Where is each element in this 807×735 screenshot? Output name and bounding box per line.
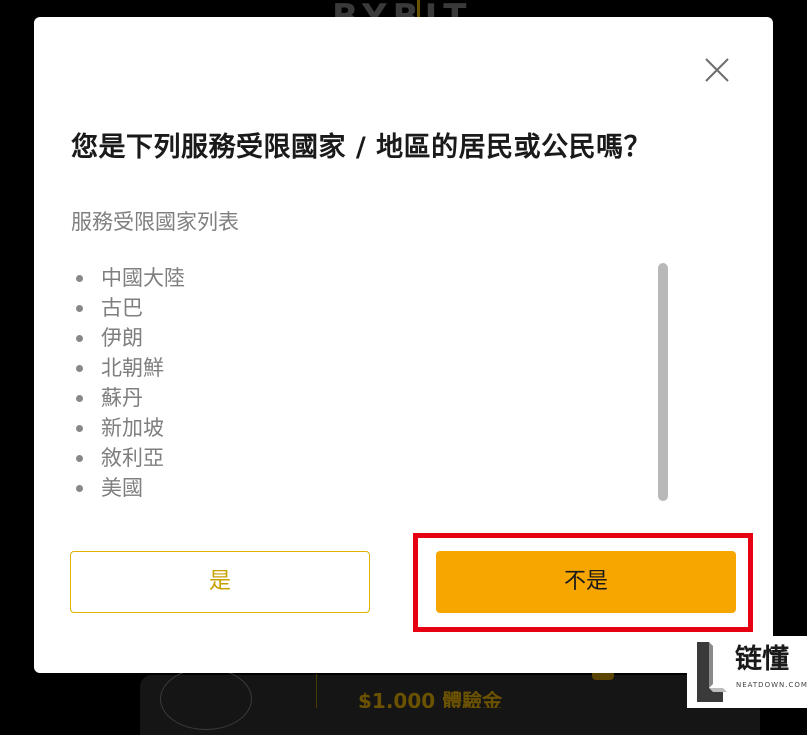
close-button[interactable]	[702, 55, 732, 85]
country-item: 蘇丹	[71, 383, 185, 413]
watermark-site: NEATDOWN.COM	[736, 681, 807, 689]
country-item: 美國	[71, 473, 185, 503]
close-icon	[705, 58, 729, 82]
country-item: 古巴	[71, 293, 185, 323]
country-item: 伊朗	[71, 323, 185, 353]
restricted-list-heading: 服務受限國家列表	[71, 210, 239, 234]
no-button[interactable]: 不是	[436, 551, 736, 613]
background-logo: BYBIT	[332, 0, 472, 18]
watermark-logo-icon	[697, 642, 727, 702]
background-decoration	[160, 668, 252, 730]
country-item: 新加坡	[71, 413, 185, 443]
watermark-name: 链懂	[735, 644, 789, 675]
background-logo-accent	[417, 0, 420, 17]
background-promo-amount: $1,000 體驗金	[358, 691, 503, 708]
list-scrollbar[interactable]	[658, 263, 668, 501]
restricted-country-list: 中國大陸 古巴 伊朗 北朝鮮 蘇丹 新加坡 敘利亞 美國	[71, 263, 185, 503]
restricted-region-modal: 您是下列服務受限國家 / 地區的居民或公民嗎？ 服務受限國家列表 中國大陸 古巴…	[34, 17, 773, 673]
yes-button[interactable]: 是	[70, 551, 370, 613]
modal-title: 您是下列服務受限國家 / 地區的居民或公民嗎？	[71, 132, 652, 163]
background-divider	[316, 674, 317, 708]
country-item: 敘利亞	[71, 443, 185, 473]
watermark: 链懂 NEATDOWN.COM	[687, 636, 807, 708]
country-item: 北朝鮮	[71, 353, 185, 383]
country-item: 中國大陸	[71, 263, 185, 293]
